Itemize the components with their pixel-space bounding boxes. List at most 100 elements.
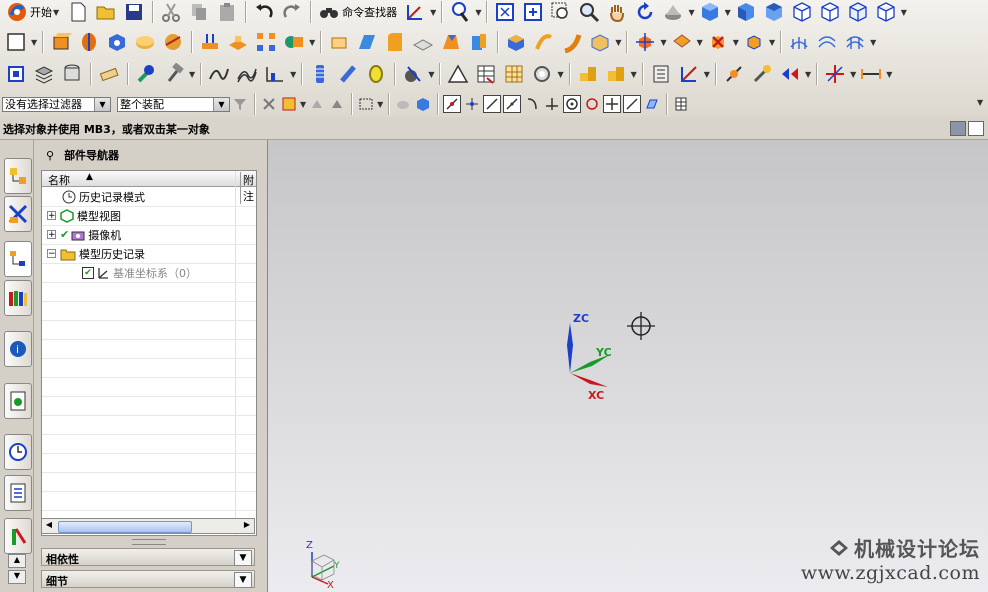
offset-face-button[interactable]	[327, 30, 351, 54]
shell-button[interactable]	[411, 30, 435, 54]
block-button[interactable]	[105, 30, 129, 54]
boolean-button[interactable]	[282, 30, 306, 54]
cut-button[interactable]	[159, 0, 183, 24]
new-file-button[interactable]	[66, 0, 90, 24]
emboss-button[interactable]	[588, 30, 612, 54]
drafting-2-button[interactable]	[336, 62, 360, 86]
start-button[interactable]: 开始 ▼	[2, 0, 64, 24]
scope-select[interactable]: 整个装配 ▼	[117, 96, 230, 112]
view-bottom-button[interactable]	[874, 0, 898, 24]
axes-button[interactable]	[823, 62, 847, 86]
graphics-window[interactable]: ZC YC XC Z Y X 机械设计论坛 www.zgjxcad.com	[268, 140, 988, 592]
rotate-button[interactable]	[633, 0, 657, 24]
info-button[interactable]	[448, 0, 472, 24]
measure-button[interactable]	[97, 62, 121, 86]
surface-2-button[interactable]	[815, 30, 839, 54]
roles-tab[interactable]	[4, 518, 32, 554]
sweep-button[interactable]	[560, 30, 584, 54]
parts-button[interactable]	[576, 62, 600, 86]
view-iso-button[interactable]	[790, 0, 814, 24]
thread-button[interactable]	[532, 30, 556, 54]
list-button[interactable]	[649, 62, 673, 86]
copy-button[interactable]	[187, 0, 211, 24]
sphere-button[interactable]	[161, 30, 185, 54]
snap-intersect-button[interactable]	[543, 95, 561, 113]
zoom-window-button[interactable]	[521, 0, 545, 24]
filter-4-button[interactable]	[308, 95, 326, 113]
resbar-scroll-up[interactable]: ▲	[8, 554, 26, 568]
web-browser-tab[interactable]: i	[4, 331, 32, 367]
undo-button[interactable]	[252, 0, 276, 24]
delete-body-button[interactable]	[706, 30, 730, 54]
feature-button[interactable]	[530, 62, 554, 86]
details-panel[interactable]: 细节 ▼	[41, 570, 255, 588]
dependencies-panel[interactable]: 相依性 ▼	[41, 548, 255, 566]
pan-button[interactable]	[605, 0, 629, 24]
chamfer-button[interactable]	[355, 30, 379, 54]
constraint-button[interactable]	[677, 62, 701, 86]
trim-body-button[interactable]	[467, 30, 491, 54]
wave-link-button[interactable]	[742, 30, 766, 54]
snap-point-button[interactable]	[403, 0, 427, 24]
boss-button[interactable]	[226, 30, 250, 54]
triangle-button[interactable]	[446, 62, 470, 86]
drafting-3-button[interactable]	[364, 62, 388, 86]
draft-button[interactable]	[439, 30, 463, 54]
blend-button[interactable]	[383, 30, 407, 54]
chevron-down-icon[interactable]: ▼	[213, 97, 229, 111]
zoom-button[interactable]	[577, 0, 601, 24]
scroll-thumb[interactable]	[58, 521, 192, 533]
render-style-button[interactable]	[661, 0, 685, 24]
part-navigator-tab[interactable]	[4, 241, 32, 277]
collapse-toggle[interactable]: −	[47, 249, 56, 259]
chevron-down-icon[interactable]: ▼	[234, 572, 252, 588]
visibility-checkbox[interactable]: ✔	[82, 266, 94, 279]
snap-existing-button[interactable]	[603, 95, 622, 113]
shaded-cube-button[interactable]	[698, 0, 722, 24]
zoom-area-button[interactable]	[549, 0, 573, 24]
column-header-name[interactable]: 名称	[48, 172, 70, 188]
surface-3-button[interactable]	[843, 30, 867, 54]
select-cube-button[interactable]	[414, 95, 432, 113]
resbar-scroll-down[interactable]: ▼	[8, 570, 26, 584]
hole-button[interactable]	[198, 30, 222, 54]
history-palette-tab[interactable]	[4, 383, 32, 419]
filter-1-button[interactable]	[231, 95, 249, 113]
point-button[interactable]	[722, 62, 746, 86]
scroll-left-icon[interactable]: ◀	[43, 520, 55, 532]
parts-2-button[interactable]	[604, 62, 628, 86]
view-left-button[interactable]	[846, 0, 870, 24]
type-filter-select[interactable]: 没有选择过滤器 ▼	[2, 96, 111, 112]
filter-2-button[interactable]	[260, 95, 278, 113]
history-tab[interactable]	[4, 434, 32, 470]
open-button[interactable]	[94, 0, 118, 24]
analysis-button[interactable]	[134, 62, 158, 86]
command-finder-button[interactable]: 命令查找器	[315, 0, 401, 24]
tree-row[interactable]: + 模型视图	[42, 206, 256, 226]
scroll-right-icon[interactable]: ▶	[241, 520, 253, 532]
snap-arc-button[interactable]	[523, 95, 541, 113]
paste-button[interactable]	[215, 0, 239, 24]
magic-button[interactable]	[750, 62, 774, 86]
pin-icon[interactable]: ⚲	[46, 149, 54, 162]
mesh-button[interactable]	[502, 62, 526, 86]
weld-button[interactable]	[401, 62, 425, 86]
tree-row[interactable]: 历史记录模式	[42, 187, 256, 207]
filter-3-button[interactable]	[280, 95, 298, 113]
table-button[interactable]	[474, 62, 498, 86]
snap-point-button-2[interactable]	[463, 95, 481, 113]
snap-endpoint-button[interactable]	[443, 95, 462, 113]
snap-on-curve-button[interactable]	[623, 95, 642, 113]
view-front-button[interactable]	[734, 0, 758, 24]
snap-line-button[interactable]	[483, 95, 502, 113]
snap-quadrant-button[interactable]	[583, 95, 601, 113]
extrude-button[interactable]	[49, 30, 73, 54]
status-icon-1[interactable]	[950, 121, 966, 136]
snap-center-button[interactable]	[563, 95, 582, 113]
rect-select-button[interactable]	[357, 95, 375, 113]
move-object-button[interactable]	[633, 30, 657, 54]
system-materials-tab[interactable]	[4, 475, 32, 511]
save-button[interactable]	[122, 0, 146, 24]
chevron-down-icon[interactable]: ▼	[94, 97, 110, 111]
drafting-1-button[interactable]	[308, 62, 332, 86]
